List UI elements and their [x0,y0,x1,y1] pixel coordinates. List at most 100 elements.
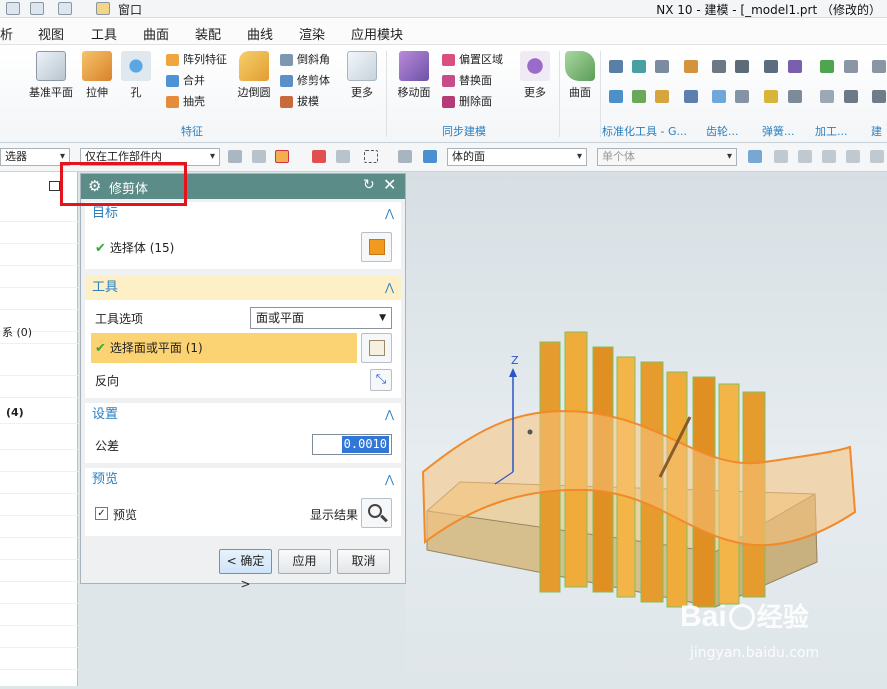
list-item[interactable] [0,428,78,450]
copy-icon[interactable] [30,2,44,15]
menu-surface[interactable]: 曲面 [143,24,169,43]
more-sync-button[interactable]: 更多 [518,51,552,100]
tool-section-header[interactable]: 工具 ⋀ [85,276,401,300]
pattern-feature-button[interactable]: 阵列特征 [166,52,227,68]
menu-analysis[interactable]: 析 [0,24,13,43]
list-item[interactable] [0,450,78,472]
snap-icon[interactable] [336,150,350,163]
list-item[interactable] [0,648,78,670]
select-body-button[interactable] [361,232,392,262]
shell-button[interactable]: 抽壳 [166,94,205,110]
settings-section-header[interactable]: 设置 ⋀ [85,403,401,427]
apply-button[interactable]: 应用 [278,549,331,574]
snap-icon[interactable] [312,150,326,163]
unite-button[interactable]: 合并 [166,73,205,89]
draft-button[interactable]: 拔模 [280,94,319,110]
more-features-button[interactable]: 更多 [344,51,380,100]
list-item[interactable] [0,222,78,244]
menu-curve[interactable]: 曲线 [247,24,273,43]
save-icon[interactable] [6,2,20,15]
machining-tool-icon[interactable] [844,60,858,73]
std-tool-icon[interactable] [655,60,669,73]
collapse-icon[interactable]: ⋀ [385,403,394,427]
list-item[interactable] [0,288,78,310]
list-item[interactable] [0,494,78,516]
snap-tangent-icon[interactable] [870,150,884,163]
close-icon[interactable]: ✕ [383,175,396,194]
select-face-icon[interactable] [423,150,437,163]
std-tool-icon[interactable] [655,90,669,103]
surface-button[interactable]: 曲面 [563,51,597,100]
list-item[interactable] [0,582,78,604]
gear-tool-icon[interactable] [735,90,749,103]
menu-assembly[interactable]: 装配 [195,24,221,43]
tolerance-input[interactable]: 0.0010 [312,434,392,455]
window-menu[interactable]: 窗口 [118,1,142,18]
std-tool-icon[interactable] [684,90,698,103]
select-body-icon[interactable] [398,150,412,163]
std-tool-icon[interactable] [609,90,623,103]
reverse-direction-button[interactable]: ⤡ [370,369,392,391]
menu-render[interactable]: 渲染 [299,24,325,43]
arrow-icon[interactable] [748,150,762,163]
construct-tool-icon[interactable] [872,60,886,73]
machining-tool-icon[interactable] [820,60,834,73]
menu-view[interactable]: 视图 [38,24,64,43]
collapse-icon[interactable]: ⋀ [385,276,394,300]
move-face-button[interactable]: 移动面 [396,51,432,100]
feature-count-item[interactable]: (4) [0,402,78,424]
edit-icon[interactable] [96,2,110,15]
undo-icon[interactable] [58,2,72,15]
select-face-button[interactable] [361,333,392,363]
list-item[interactable] [0,604,78,626]
preview-section-header[interactable]: 预览 ⋀ [85,468,401,492]
snap-curve-icon[interactable] [822,150,836,163]
list-item[interactable] [0,626,78,648]
menu-tools[interactable]: 工具 [91,24,117,43]
machining-tool-icon[interactable] [844,90,858,103]
list-item[interactable] [0,354,78,376]
spring-tool-icon[interactable] [764,90,778,103]
body-rule-combo[interactable]: 单个体 [597,148,737,166]
extrude-button[interactable]: 拉伸 [80,51,114,100]
spring-tool-icon[interactable] [788,60,802,73]
list-item[interactable] [0,516,78,538]
cancel-button[interactable]: 取消 [337,549,390,574]
std-tool-icon[interactable] [632,60,646,73]
list-item[interactable] [0,244,78,266]
rectangle-select-icon[interactable] [364,150,378,163]
machining-tool-icon[interactable] [820,90,834,103]
datum-plane-button[interactable]: 基准平面 [28,51,74,100]
construct-tool-icon[interactable] [872,90,886,103]
std-tool-icon[interactable] [684,60,698,73]
replace-face-button[interactable]: 替换面 [442,73,492,89]
gear-tool-icon[interactable] [712,90,726,103]
face-rule-combo[interactable]: 体的面 [447,148,587,166]
select-body-row[interactable]: ✔ 选择体 (15) [95,239,174,256]
spring-tool-icon[interactable] [764,60,778,73]
list-item[interactable] [0,538,78,560]
list-item[interactable] [0,266,78,288]
collapse-icon[interactable]: ⋀ [385,468,394,492]
select-component-icon[interactable] [252,150,266,163]
hole-button[interactable]: 孔 [120,51,152,100]
maximize-icon[interactable] [49,181,60,191]
reset-icon[interactable]: ↻ [363,177,375,193]
select-feature-icon[interactable] [228,150,242,163]
collapse-icon[interactable]: ⋀ [385,202,394,226]
ok-button[interactable]: < 确定 > [219,549,272,591]
spring-tool-icon[interactable] [788,90,802,103]
preview-checkbox[interactable]: ✓ [95,507,108,520]
menu-application[interactable]: 应用模块 [351,24,403,43]
snap-endpoint-icon[interactable] [774,150,788,163]
tool-option-select[interactable]: 面或平面 [250,307,392,329]
show-result-button[interactable] [361,498,392,528]
list-item[interactable] [0,560,78,582]
trim-body-button[interactable]: 修剪体 [280,73,330,89]
snap-spline-icon[interactable] [846,150,860,163]
list-item[interactable] [0,472,78,494]
select-face-row[interactable]: ✔ 选择面或平面 (1) [91,333,357,363]
gear-tool-icon[interactable] [735,60,749,73]
gear-tool-icon[interactable] [712,60,726,73]
delete-face-button[interactable]: 删除面 [442,94,492,110]
